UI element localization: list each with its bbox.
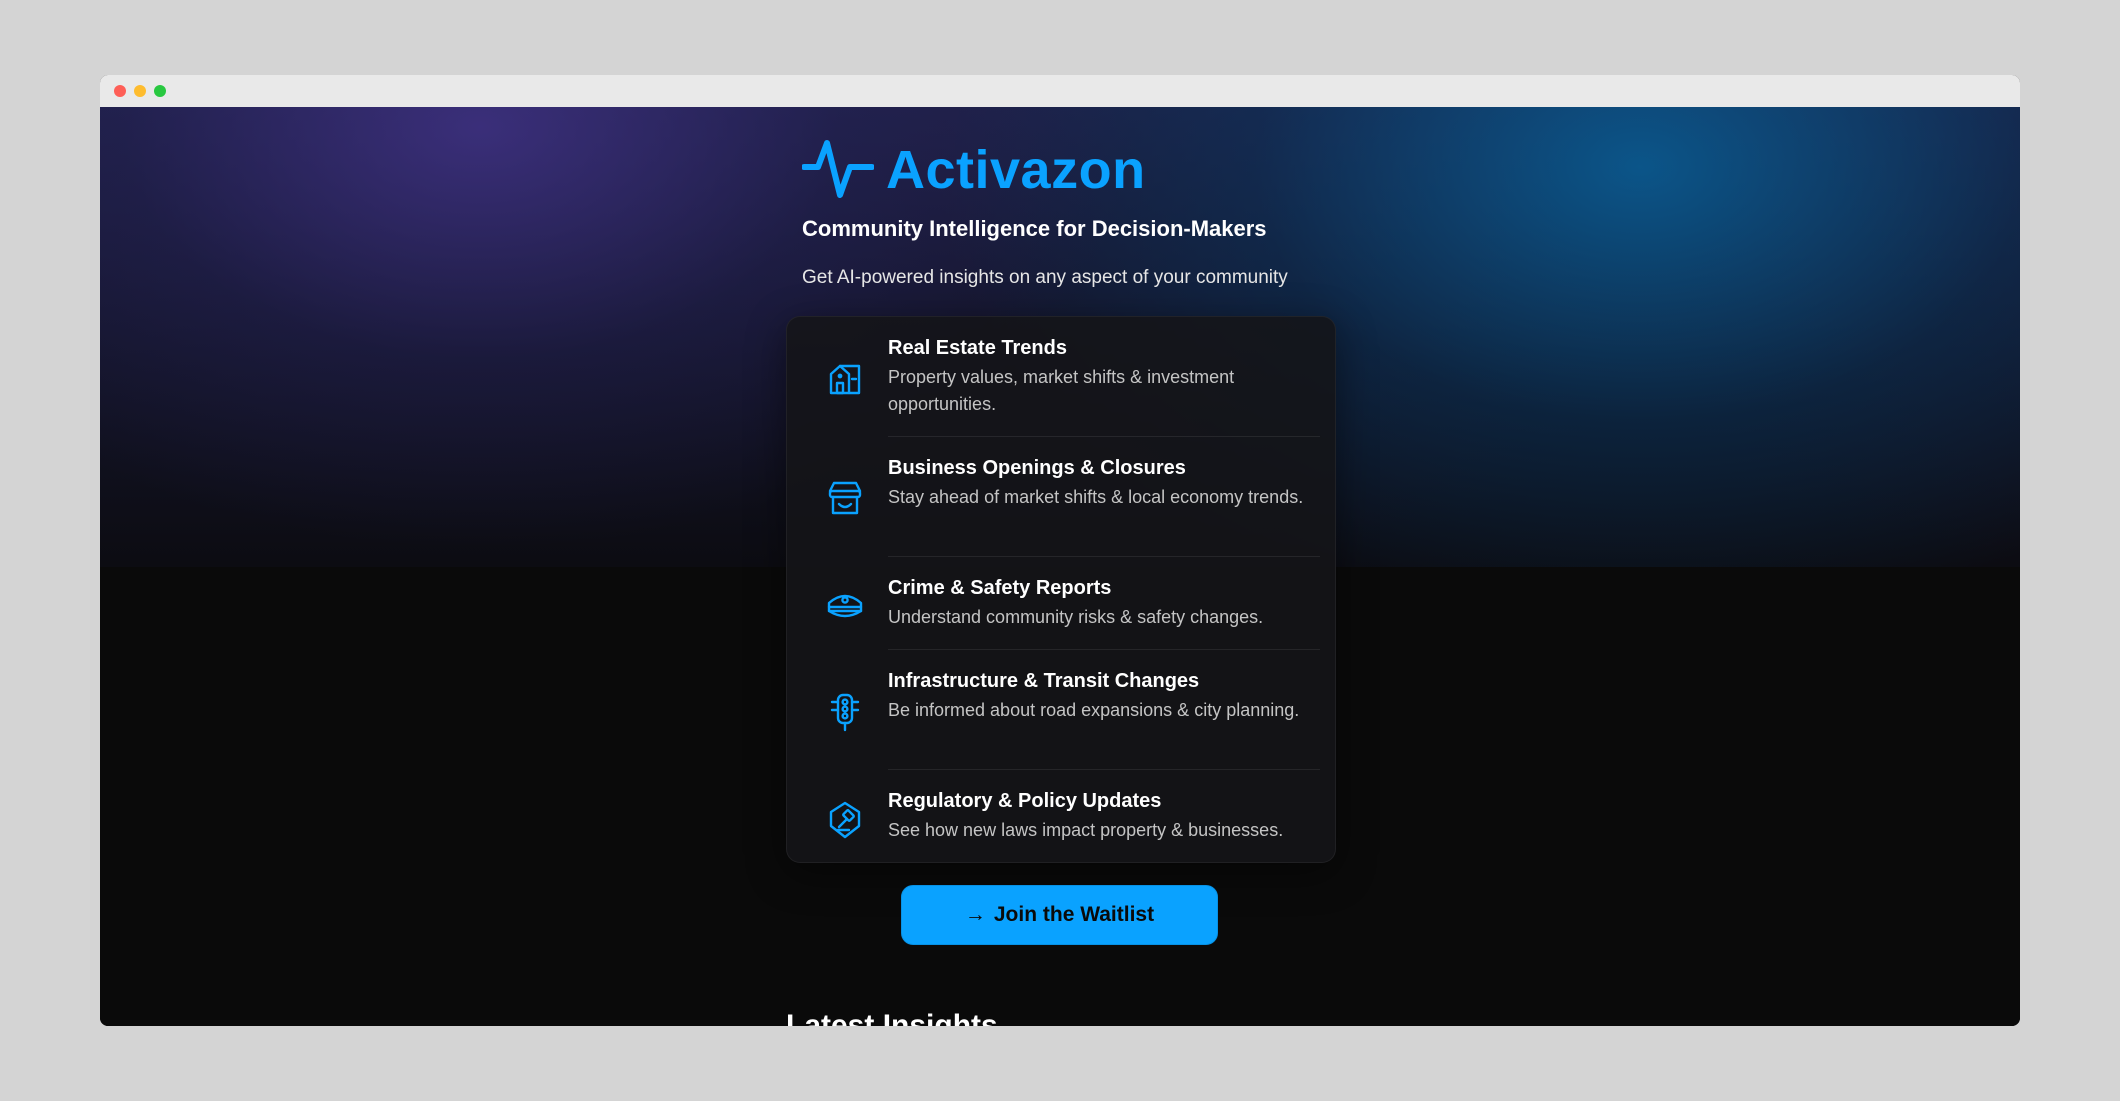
feature-title: Real Estate Trends — [888, 337, 1067, 359]
feature-divider — [888, 436, 1320, 437]
feature-description: Stay ahead of market shifts & local econ… — [888, 487, 1304, 507]
brand-name: Activazon — [886, 140, 1146, 200]
join-waitlist-label: Join the Waitlist — [993, 903, 1155, 926]
pulse-icon — [802, 140, 874, 198]
traffic-light-icon — [830, 693, 860, 732]
feature-text: Regulatory & Policy Updates See how new … — [888, 788, 1308, 844]
feature-description: See how new laws impact property & busin… — [888, 820, 1284, 840]
brand-logo[interactable]: Activazon — [802, 139, 1146, 201]
window-titlebar — [100, 75, 2020, 107]
feature-title: Crime & Safety Reports — [888, 577, 1112, 599]
feature-divider — [888, 769, 1320, 770]
feature-text: Business Openings & Closures Stay ahead … — [888, 455, 1308, 511]
features-card: Real Estate Trends Property values, mark… — [786, 316, 1336, 863]
feature-title: Regulatory & Policy Updates — [888, 790, 1162, 812]
feature-title: Infrastructure & Transit Changes — [888, 670, 1200, 692]
feature-description: Property values, market shifts & investm… — [888, 367, 1235, 414]
latest-insights-heading: Latest Insights — [786, 1009, 998, 1026]
feature-text: Infrastructure & Transit Changes Be info… — [888, 668, 1308, 724]
feature-title: Business Openings & Closures — [888, 457, 1186, 479]
storefront-icon — [828, 481, 862, 515]
page-viewport[interactable]: Activazon Community Intelligence for Dec… — [100, 107, 2020, 1026]
feature-text: Crime & Safety Reports Understand commun… — [888, 575, 1308, 631]
hero-tagline: Community Intelligence for Decision-Make… — [802, 216, 1267, 241]
police-cap-icon — [827, 594, 863, 618]
gavel-shield-icon — [829, 801, 861, 839]
maximize-window-button[interactable] — [154, 85, 166, 97]
minimize-window-button[interactable] — [134, 85, 146, 97]
feature-divider — [888, 649, 1320, 650]
feature-divider — [888, 556, 1320, 557]
browser-window: Activazon Community Intelligence for Dec… — [100, 75, 2020, 1026]
hero-subtitle: Get AI-powered insights on any aspect of… — [802, 267, 1288, 288]
feature-description: Understand community risks & safety chan… — [888, 607, 1264, 627]
feature-description: Be informed about road expansions & city… — [888, 700, 1300, 720]
join-waitlist-button[interactable]: → Join the Waitlist — [901, 885, 1218, 945]
close-window-button[interactable] — [114, 85, 126, 97]
arrow-right-icon: → — [964, 903, 986, 926]
feature-text: Real Estate Trends Property values, mark… — [888, 335, 1308, 418]
house-icon — [829, 364, 861, 395]
